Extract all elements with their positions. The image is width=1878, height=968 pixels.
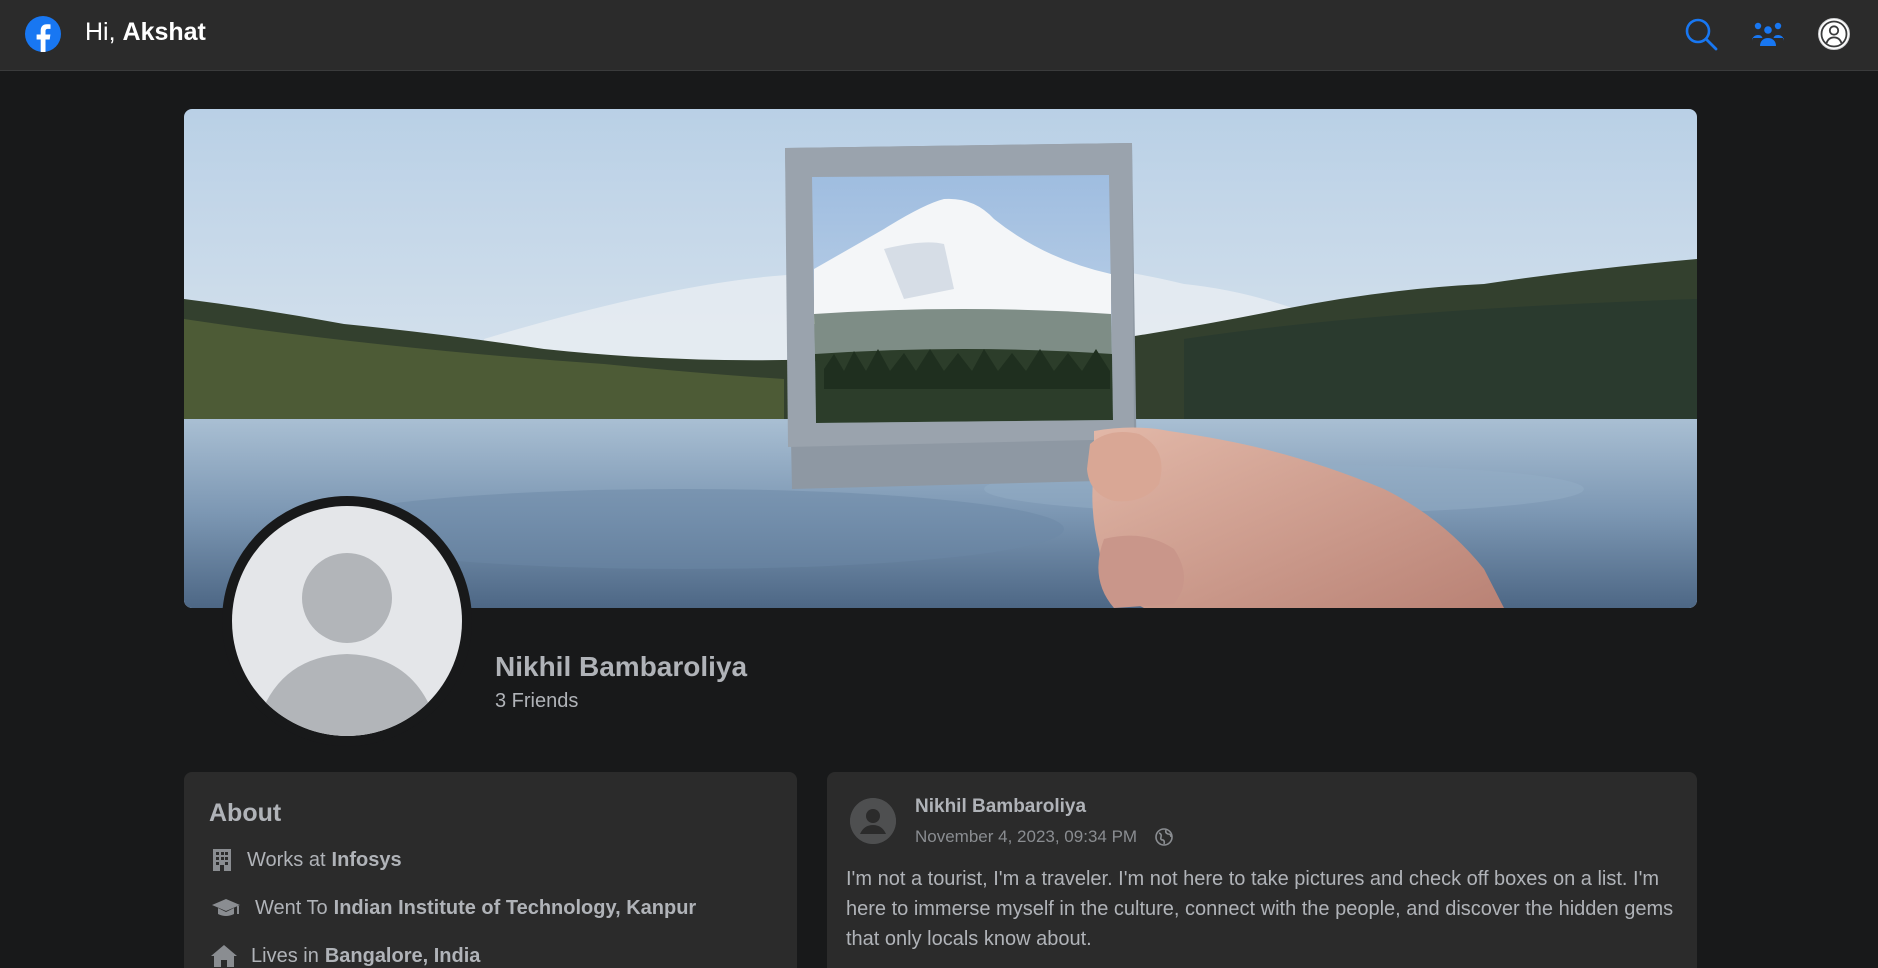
about-education: Went To Indian Institute of Technology, …: [209, 896, 696, 920]
graduation-cap-icon: [209, 896, 243, 920]
friends-icon[interactable]: [1750, 16, 1786, 52]
about-lives: Lives in Bangalore, India: [209, 944, 480, 968]
about-lives-value: Bangalore, India: [324, 944, 481, 967]
profile-name: Nikhil Bambaroliya: [495, 651, 748, 682]
post-timestamp: November 4, 2023, 09:34 PM: [915, 827, 1138, 846]
globe-icon: [1155, 828, 1173, 846]
about-card: About Works at Infosys Went To Indian In…: [184, 772, 797, 968]
facebook-logo-icon[interactable]: [25, 16, 61, 52]
default-avatar-icon: [232, 506, 462, 736]
post-text: I'm not a tourist, I'm a traveler. I'm n…: [846, 868, 1674, 950]
profile-friends-count[interactable]: 3 Friends: [495, 690, 578, 713]
about-work-value: Infosys: [331, 848, 402, 871]
post-author-name[interactable]: Nikhil Bambaroliya: [915, 796, 1086, 818]
about-work: Works at Infosys: [209, 848, 402, 872]
greeting-user-name: Akshat: [122, 18, 206, 46]
post-author-avatar[interactable]: [850, 798, 896, 844]
home-icon: [209, 944, 239, 968]
building-icon: [209, 848, 235, 872]
top-navbar: Hi, Akshat: [0, 0, 1878, 71]
about-education-prefix: Went To: [255, 896, 328, 919]
search-icon[interactable]: [1683, 16, 1719, 52]
profile-avatar[interactable]: [222, 496, 472, 746]
about-title: About: [209, 799, 282, 827]
greeting: Hi, Akshat: [85, 18, 206, 47]
about-lives-prefix: Lives in: [251, 944, 319, 967]
post-date: November 4, 2023, 09:34 PM: [915, 827, 1173, 847]
post-card: Nikhil Bambaroliya November 4, 2023, 09:…: [827, 772, 1697, 968]
greeting-prefix: Hi,: [85, 18, 116, 46]
about-education-value: Indian Institute of Technology, Kanpur: [333, 896, 697, 919]
account-icon[interactable]: [1816, 16, 1852, 52]
about-work-prefix: Works at: [247, 848, 326, 871]
